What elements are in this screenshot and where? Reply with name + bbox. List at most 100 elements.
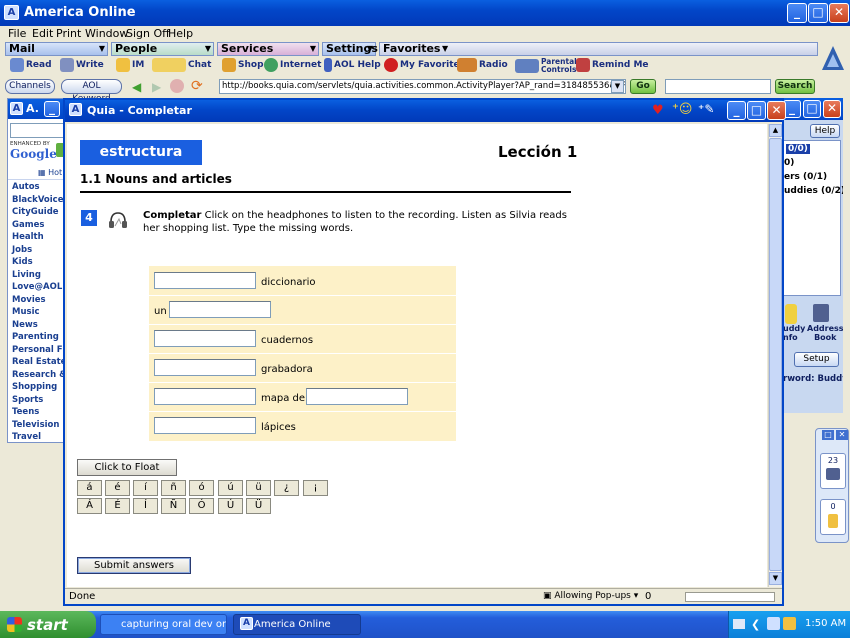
cat-personal-finance[interactable]: Personal Finar <box>12 345 63 355</box>
accent-n-upper[interactable]: Ñ <box>161 498 186 514</box>
cat-parenting[interactable]: Parenting <box>12 332 59 342</box>
answer-input-2[interactable] <box>169 301 271 318</box>
tab-settings[interactable]: Settings ▼ <box>322 42 378 56</box>
stop-icon[interactable] <box>170 79 184 93</box>
cat-health[interactable]: Health <box>12 232 44 242</box>
toolbar-remind-me[interactable]: Remind Me <box>576 58 649 72</box>
cat-jobs[interactable]: Jobs <box>12 245 32 255</box>
cat-blackvoices[interactable]: BlackVoices <box>12 195 63 205</box>
answer-input-5[interactable] <box>154 388 256 405</box>
accent-e-upper[interactable]: É <box>105 498 130 514</box>
accent-inverted-question[interactable]: ¿ <box>274 480 299 496</box>
widget-close-icon[interactable]: ✕ <box>836 430 848 440</box>
start-button[interactable]: start <box>0 611 96 638</box>
cat-music[interactable]: Music <box>12 307 40 317</box>
tab-people[interactable]: People ▼ <box>111 42 214 56</box>
quia-close[interactable]: ✕ <box>767 101 786 120</box>
menu-edit[interactable]: Edit <box>32 27 53 40</box>
close-button[interactable]: ✕ <box>829 3 849 23</box>
help-button[interactable]: Help <box>810 124 840 138</box>
buddy-close[interactable]: ✕ <box>823 100 841 118</box>
aol-tray-icon[interactable] <box>767 617 780 630</box>
im-alert[interactable]: 0 <box>820 499 846 535</box>
scroll-down-arrow-icon[interactable]: ▼ <box>769 572 782 585</box>
toolbar-radio[interactable]: Radio <box>457 58 508 72</box>
keyboard-icon[interactable] <box>733 619 745 629</box>
scroll-thumb[interactable] <box>769 138 782 571</box>
left-sidebar-minimize[interactable]: _ <box>44 101 60 117</box>
toolbar-my-favorites[interactable]: My Favorites <box>384 58 465 72</box>
accent-u-umlaut-upper[interactable]: Ü <box>246 498 271 514</box>
tab-mail[interactable]: Mail ▼ <box>5 42 108 56</box>
toolbar-parental-controls[interactable]: Parental Controls <box>515 58 577 74</box>
vertical-scrollbar[interactable]: ▲ ▼ <box>768 124 782 587</box>
mail-alert[interactable]: 23 <box>820 453 846 489</box>
cat-living[interactable]: Living <box>12 270 41 280</box>
buddy-group[interactable]: uddies (0/2) <box>784 186 843 196</box>
answer-input-4[interactable] <box>154 359 256 376</box>
toolbar-write[interactable]: Write <box>60 58 104 72</box>
chevron-left-icon[interactable]: ❮ <box>751 618 760 631</box>
cat-research[interactable]: Research & Le <box>12 370 63 380</box>
reload-icon[interactable]: ⟳ <box>191 78 203 94</box>
answer-input-6[interactable] <box>306 388 408 405</box>
buddy-group-selected[interactable]: 0/0) <box>786 144 810 154</box>
buddy-group[interactable]: ers (0/1) <box>784 172 827 182</box>
scroll-up-arrow-icon[interactable]: ▲ <box>769 124 782 137</box>
minimize-button[interactable]: _ <box>787 3 807 23</box>
hot-searches-link[interactable]: ▦ Hot S <box>38 168 63 177</box>
task-capturing-oral[interactable]: capturing oral dev onl... <box>100 614 227 635</box>
quia-title-bar[interactable]: A Quia - Completar ♥ ⁺☺ ⁺✎ _ □ ✕ <box>65 100 786 122</box>
menu-sign-off[interactable]: Sign Off <box>126 27 170 40</box>
search-input[interactable] <box>665 79 771 94</box>
answer-input-3[interactable] <box>154 330 256 347</box>
maximize-button[interactable]: □ <box>808 3 828 23</box>
popup-blocker-status[interactable]: ▣ Allowing Pop-ups ▾ <box>543 591 638 601</box>
toolbar-shop[interactable]: Shop <box>222 58 264 72</box>
accent-o-lower[interactable]: ó <box>189 480 214 496</box>
address-book-icon[interactable] <box>813 304 829 322</box>
cat-cityguide[interactable]: CityGuide <box>12 207 59 217</box>
quia-minimize[interactable]: _ <box>727 101 746 120</box>
menu-print[interactable]: Print <box>56 27 81 40</box>
aol-keyword-button[interactable]: AOL Keyword <box>61 79 122 104</box>
submit-answers-button[interactable]: Submit answers <box>77 557 191 574</box>
cat-real-estate[interactable]: Real Estate <box>12 357 63 367</box>
menu-help[interactable]: Help <box>168 27 193 40</box>
aol-title-bar[interactable]: A America Online _ □ ✕ <box>0 0 850 26</box>
toolbar-chat[interactable]: Chat <box>152 58 211 72</box>
tab-services[interactable]: Services ▼ <box>217 42 319 56</box>
url-dropdown-icon[interactable]: ▼ <box>611 80 624 93</box>
accent-o-upper[interactable]: Ó <box>189 498 214 514</box>
cat-games[interactable]: Games <box>12 220 44 230</box>
toolbar-read[interactable]: Read <box>10 58 52 72</box>
cat-television[interactable]: Television <box>12 420 59 430</box>
add-buddy-icon[interactable]: ⁺☺ <box>672 102 692 117</box>
cat-shopping[interactable]: Shopping <box>12 382 57 392</box>
cat-sports[interactable]: Sports <box>12 395 43 405</box>
address-book-label[interactable]: Address Book <box>807 324 843 342</box>
accent-inverted-exclamation[interactable]: ¡ <box>303 480 328 496</box>
accent-n-lower[interactable]: ñ <box>161 480 186 496</box>
forward-arrow-icon[interactable]: ▶ <box>152 80 161 94</box>
accent-e-lower[interactable]: é <box>105 480 130 496</box>
accent-u-umlaut-lower[interactable]: ü <box>246 480 271 496</box>
cat-travel[interactable]: Travel <box>12 432 41 442</box>
accent-i-upper[interactable]: Í <box>133 498 158 514</box>
accent-a-lower[interactable]: á <box>77 480 102 496</box>
quia-maximize[interactable]: □ <box>747 101 766 120</box>
tab-favorites[interactable]: Favorites ▼ <box>379 42 818 56</box>
buddy-info-label[interactable]: uddy nfo <box>783 324 805 342</box>
cat-teens[interactable]: Teens <box>12 407 39 417</box>
accent-u-upper[interactable]: Ú <box>218 498 243 514</box>
write-note-icon[interactable]: ⁺✎ <box>698 102 714 116</box>
google-search-input[interactable] <box>10 123 63 138</box>
widget-restore-icon[interactable]: □ <box>822 430 834 440</box>
search-button[interactable]: Search <box>775 79 815 94</box>
buddy-group[interactable]: 0) <box>784 158 794 168</box>
toolbar-internet[interactable]: Internet <box>264 58 321 72</box>
setup-button[interactable]: Setup <box>794 352 839 367</box>
cat-kids[interactable]: Kids <box>12 257 33 267</box>
menu-window[interactable]: Window <box>85 27 128 40</box>
cat-autos[interactable]: Autos <box>12 182 40 192</box>
